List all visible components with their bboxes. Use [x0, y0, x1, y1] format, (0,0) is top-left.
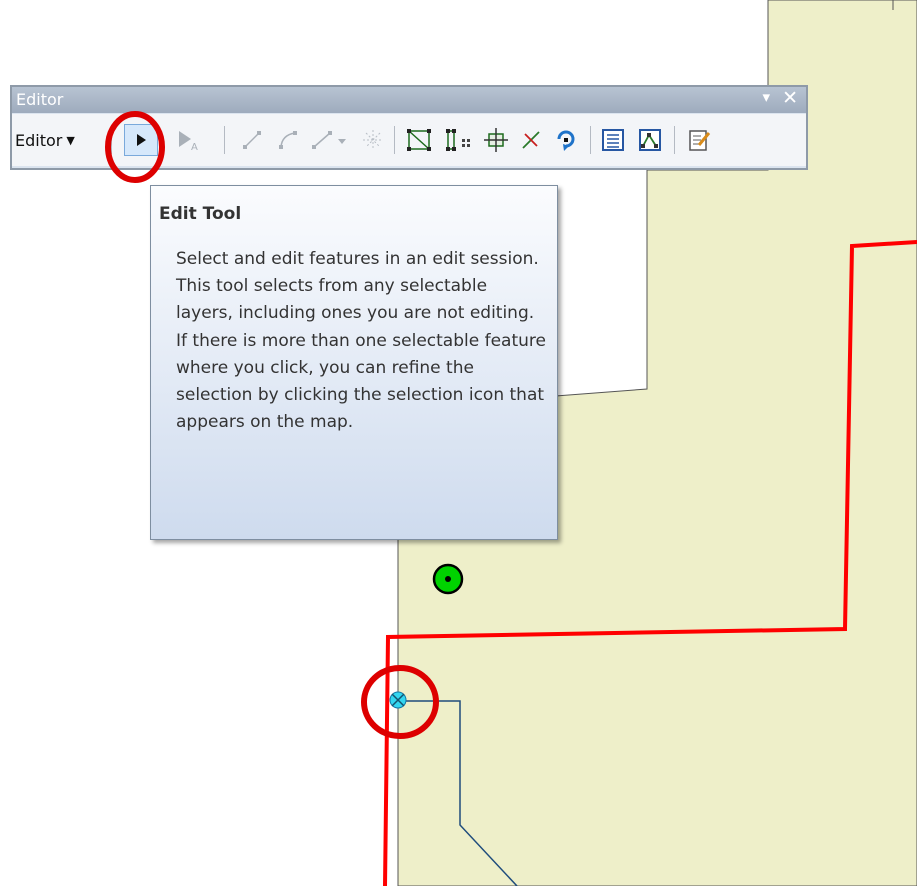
point-feature-symbol[interactable]: [432, 563, 464, 595]
rotate-tool-button[interactable]: [550, 124, 582, 156]
rotate-tool-icon: [557, 130, 575, 151]
tooltip-title: Edit Tool: [159, 204, 242, 224]
create-features-icon: [689, 130, 711, 151]
sketch-properties-icon: [639, 129, 661, 151]
straight-segment-button[interactable]: [238, 124, 266, 156]
split-tool-icon: [522, 131, 540, 149]
edit-annotation-tool-button[interactable]: A: [172, 124, 204, 156]
toolbar-separator: [394, 126, 395, 154]
tooltip-body: Select and edit features in an edit sess…: [176, 249, 546, 433]
cut-polygons-icon: [484, 128, 508, 152]
attributes-button[interactable]: [597, 124, 629, 156]
toolbar-separator: [590, 126, 591, 154]
editor-menu-button[interactable]: Editor ▼: [15, 124, 107, 156]
toolbar-separator: [224, 126, 225, 154]
edit-tool-highlight-circle: [105, 111, 165, 183]
end-point-arc-segment-button[interactable]: [274, 124, 302, 156]
split-tool-button[interactable]: [516, 124, 546, 156]
editor-menu-label: Editor: [15, 130, 63, 150]
create-features-button[interactable]: [684, 124, 716, 156]
point-at-end-of-line-icon: [363, 130, 383, 150]
reshape-feature-icon: [446, 129, 470, 151]
svg-text:A: A: [191, 142, 198, 152]
selected-vertex[interactable]: [389, 691, 407, 709]
toolbar-title: Editor: [16, 90, 64, 109]
close-icon[interactable]: ✕: [782, 87, 798, 109]
edit-vertices-button[interactable]: [402, 124, 436, 156]
reshape-feature-button[interactable]: [440, 124, 476, 156]
edit-annotation-tool-icon: A: [179, 131, 198, 152]
toolbar-options-icon[interactable]: ▾: [762, 88, 770, 106]
attributes-icon: [602, 129, 624, 151]
edit-tool-tooltip: Edit Tool Select and edit features in an…: [150, 185, 558, 540]
end-point-arc-segment-icon: [279, 131, 297, 149]
construction-tools-dropdown[interactable]: [310, 124, 354, 156]
point-at-end-of-line-button[interactable]: [358, 124, 388, 156]
straight-segment-icon: [243, 131, 261, 149]
cut-polygons-button[interactable]: [480, 124, 512, 156]
edit-vertices-icon: [407, 129, 431, 151]
sketch-properties-button[interactable]: [634, 124, 666, 156]
toolbar-separator: [674, 126, 675, 154]
chevron-down-icon: ▼: [66, 133, 75, 147]
construction-tools-dropdown-icon: [312, 131, 346, 149]
